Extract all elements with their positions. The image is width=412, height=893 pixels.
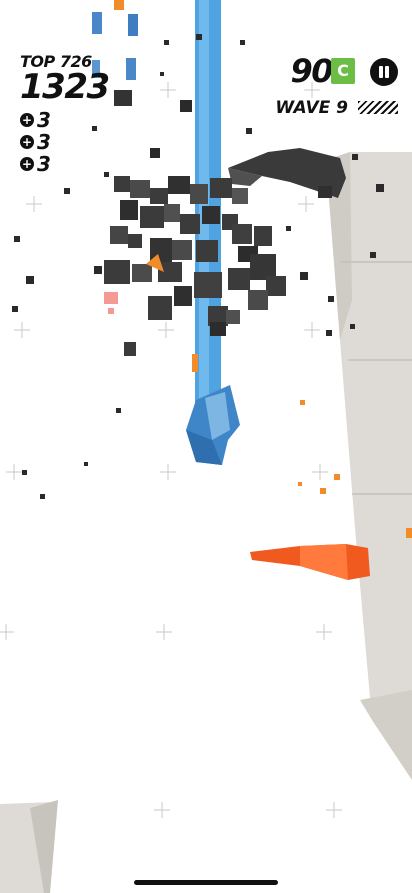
pause-icon bbox=[385, 66, 389, 78]
home-indicator[interactable] bbox=[134, 880, 278, 885]
powerup-item: + 3 bbox=[20, 131, 109, 153]
coin-icon: C bbox=[331, 58, 355, 84]
powerup-count: 3 bbox=[37, 108, 51, 132]
powerup-item: + 3 bbox=[20, 153, 109, 175]
right-wall bbox=[326, 152, 412, 780]
powerup-count: 3 bbox=[37, 152, 51, 176]
powerup-item: + 3 bbox=[20, 109, 109, 131]
wave-label: WAVE 9 bbox=[275, 98, 348, 118]
wave-progress-bar bbox=[358, 101, 398, 114]
bottom-left-block bbox=[0, 800, 58, 893]
current-score: 1323 bbox=[20, 67, 110, 107]
powerup-list: + 3 + 3 + 3 bbox=[20, 109, 109, 175]
status-panel: 90 C WAVE 9 bbox=[238, 54, 398, 134]
score-panel: TOP 726 1323 + 3 + 3 + 3 bbox=[20, 52, 110, 175]
enemy-orange-ship bbox=[250, 544, 370, 580]
pause-button[interactable] bbox=[370, 58, 398, 86]
pause-icon bbox=[379, 66, 383, 78]
plus-circle-icon: + bbox=[20, 135, 34, 149]
powerup-count: 3 bbox=[37, 130, 51, 154]
plus-circle-icon: + bbox=[20, 157, 34, 171]
plus-circle-icon: + bbox=[20, 113, 34, 127]
coin-count: 90 bbox=[290, 52, 333, 90]
player-ship bbox=[186, 385, 240, 465]
